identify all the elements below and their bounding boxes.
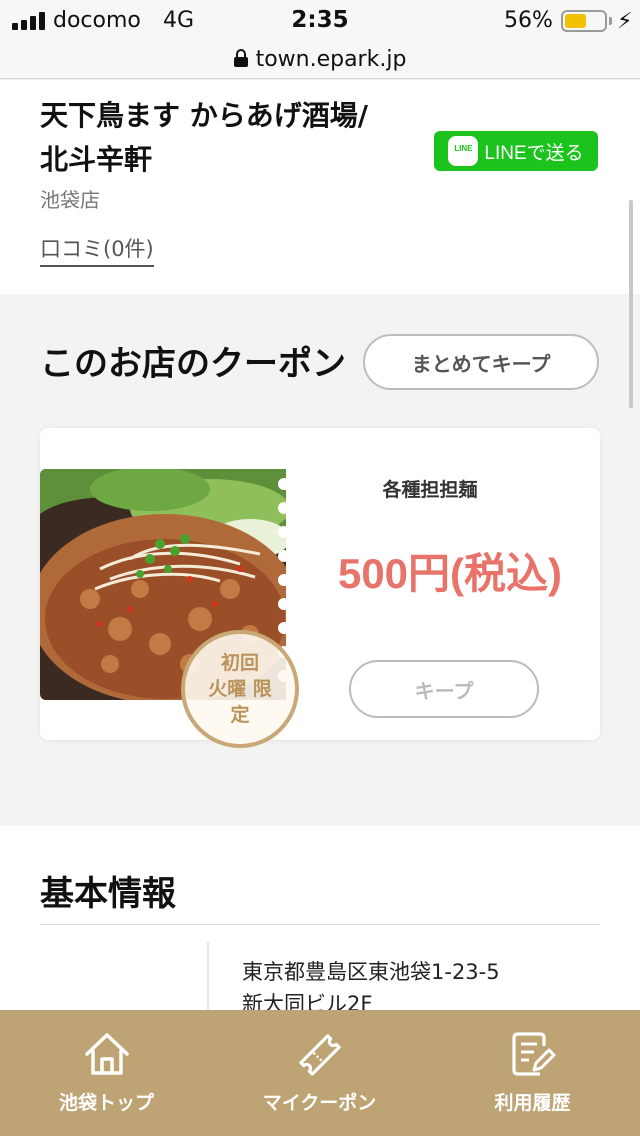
- coupon-section: このお店のクーポン まとめてキープ 初回 火曜 限 定 各種担担麺 500円(税…: [0, 296, 640, 766]
- shop-name: 天下鳥ます からあげ酒場/ 北斗辛軒: [40, 94, 420, 182]
- keep-coupon-button[interactable]: キープ: [349, 660, 539, 718]
- line-share-label: LINEで送る: [484, 142, 584, 164]
- coupon-section-title: このお店のクーポン: [40, 344, 346, 384]
- basic-info-title: 基本情報: [40, 874, 176, 914]
- basic-info-section: 基本情報 東京都豊島区東池袋1-23-5 新大同ビル2F: [0, 826, 640, 1032]
- nav-my-coupons-label: マイクーポン: [262, 1092, 377, 1114]
- shop-name-line2: 北斗辛軒: [40, 143, 153, 176]
- nav-my-coupons[interactable]: マイクーポン: [213, 1010, 426, 1136]
- coupon-price: 500円(税込): [337, 550, 563, 597]
- url-text: town.epark.jp: [255, 46, 407, 72]
- battery-icon: [561, 10, 607, 32]
- reviews-link[interactable]: 口コミ(0件): [40, 233, 154, 267]
- basic-info-divider: [40, 924, 600, 925]
- line-share-button[interactable]: LINE LINEで送る: [434, 131, 598, 171]
- battery-percent: 56%: [504, 8, 553, 33]
- url-bar[interactable]: town.epark.jp: [0, 40, 640, 79]
- nav-usage-history[interactable]: 利用履歴: [426, 1010, 639, 1136]
- shop-header-card: 天下鳥ます からあげ酒場/ 北斗辛軒 LINE LINEで送る 池袋店 口コミ(…: [0, 80, 640, 294]
- battery-level-fill: [565, 14, 587, 28]
- keep-all-button[interactable]: まとめてキープ: [363, 334, 599, 390]
- ticket-icon: [298, 1034, 341, 1076]
- battery-tip: [609, 17, 612, 25]
- bottom-navigation: 池袋トップ マイクーポン 利用履歴: [0, 1010, 640, 1136]
- home-icon: [84, 1033, 129, 1075]
- charging-bolt-icon: ⚡: [617, 9, 633, 34]
- nav-usage-history-label: 利用履歴: [494, 1092, 571, 1114]
- shop-branch: 池袋店: [40, 188, 100, 212]
- nav-area-top-label: 池袋トップ: [58, 1092, 154, 1114]
- status-bar: docomo 4G 2:35 56% ⚡: [0, 0, 640, 40]
- line-logo-icon: LINE: [448, 136, 479, 166]
- lock-icon: [233, 49, 248, 67]
- limited-offer-stamp: 初回 火曜 限 定: [181, 630, 299, 748]
- history-document-icon: [511, 1032, 555, 1076]
- nav-area-top[interactable]: 池袋トップ: [0, 1010, 213, 1136]
- shop-name-line1: 天下鳥ます からあげ酒場/: [40, 99, 368, 132]
- coupon-title: 各種担担麺: [382, 479, 478, 501]
- coupon-card[interactable]: 初回 火曜 限 定 各種担担麺 500円(税込) キープ: [40, 428, 600, 748]
